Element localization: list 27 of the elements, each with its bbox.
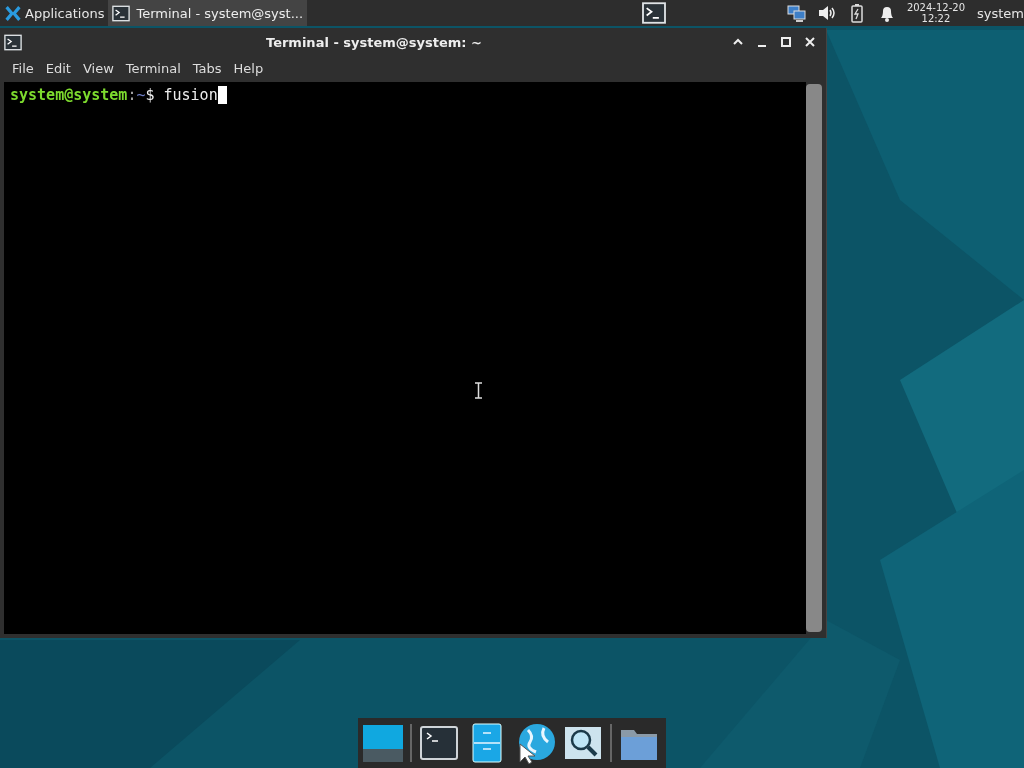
prompt-user-host: system@system bbox=[10, 86, 128, 104]
ibeam-cursor-icon bbox=[474, 382, 483, 399]
text-cursor bbox=[217, 86, 227, 104]
window-title: Terminal - system@system: ~ bbox=[265, 34, 483, 50]
menu-item[interactable]: View bbox=[76, 60, 120, 76]
applications-menu[interactable]: Applications bbox=[25, 5, 105, 21]
scrollbar-thumb[interactable] bbox=[806, 84, 822, 632]
menu-item[interactable]: Edit bbox=[39, 60, 77, 76]
volume-icon[interactable] bbox=[816, 3, 837, 23]
user-menu[interactable]: system bbox=[977, 5, 1024, 21]
network-icon[interactable] bbox=[786, 3, 807, 23]
menu-item[interactable]: Tabs bbox=[186, 60, 228, 76]
prompt-separator: : bbox=[127, 86, 137, 104]
taskbar-button[interactable]: Terminal - system@syst... bbox=[108, 0, 308, 26]
menu-item[interactable]: File bbox=[6, 60, 40, 76]
menu-item[interactable]: Terminal bbox=[119, 60, 187, 76]
command-text: fusion bbox=[163, 86, 218, 104]
show-desktop-icon[interactable] bbox=[362, 722, 404, 764]
menu-item[interactable]: Help bbox=[227, 60, 270, 76]
close-icon[interactable] bbox=[803, 35, 817, 49]
prompt-symbol: $ bbox=[145, 86, 155, 104]
prompt-path: ~ bbox=[136, 86, 146, 104]
terminal-launcher-icon[interactable] bbox=[640, 2, 667, 24]
terminal-icon[interactable] bbox=[4, 33, 22, 51]
terminal-icon[interactable] bbox=[112, 4, 131, 22]
clock[interactable]: 2024-12-20 12:22 bbox=[906, 2, 965, 24]
maximize-icon[interactable] bbox=[779, 35, 793, 49]
